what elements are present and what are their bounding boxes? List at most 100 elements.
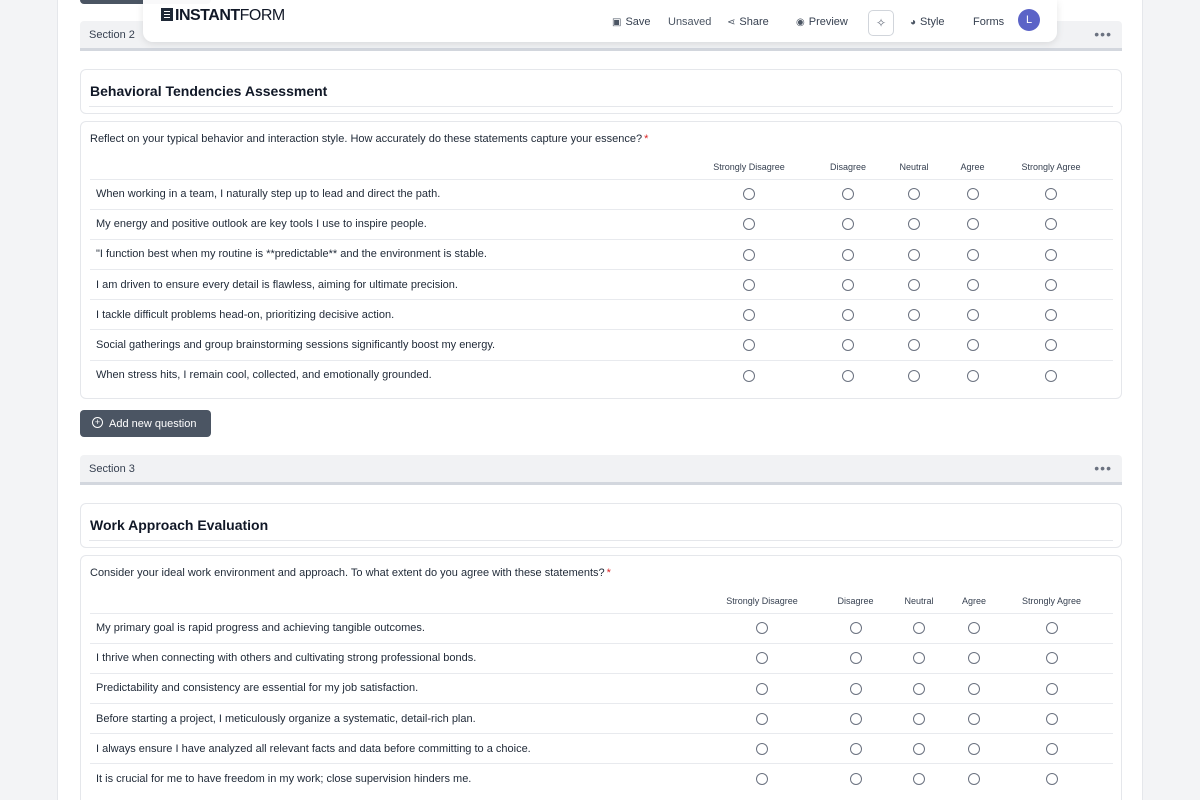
instantform-logo[interactable]: INSTANTFORM bbox=[161, 7, 285, 25]
radio-button[interactable] bbox=[968, 622, 980, 635]
radio-button[interactable] bbox=[1045, 188, 1057, 201]
radio-button[interactable] bbox=[968, 742, 980, 755]
radio-button[interactable] bbox=[743, 248, 755, 261]
radio-button[interactable] bbox=[842, 278, 854, 291]
radio-button[interactable] bbox=[849, 742, 862, 755]
user-avatar[interactable]: L bbox=[1018, 9, 1040, 31]
radio-button[interactable] bbox=[743, 188, 755, 201]
radio-button[interactable] bbox=[1045, 369, 1057, 382]
radio-button[interactable] bbox=[966, 248, 979, 261]
radio-cell bbox=[693, 672, 831, 704]
sparkles-icon[interactable]: ✧ bbox=[868, 10, 894, 36]
radio-button[interactable] bbox=[842, 339, 854, 352]
radio-button[interactable] bbox=[908, 278, 920, 291]
section-title[interactable]: Behavioral Tendencies Assessment bbox=[90, 83, 327, 99]
radio-button[interactable] bbox=[966, 369, 979, 382]
radio-button[interactable] bbox=[849, 682, 862, 695]
radio-button[interactable] bbox=[1045, 308, 1057, 321]
question-prompt[interactable]: Reflect on your typical behavior and int… bbox=[90, 133, 648, 145]
radio-button[interactable] bbox=[908, 248, 920, 261]
radio-button[interactable] bbox=[1045, 712, 1058, 725]
question-prompt[interactable]: Consider your ideal work environment and… bbox=[90, 567, 611, 579]
radio-button[interactable] bbox=[908, 188, 920, 201]
likert-matrix: Strongly Disagree Disagree Neutral Agree Str… bbox=[90, 156, 1113, 391]
radio-button[interactable] bbox=[756, 682, 768, 695]
radio-button[interactable] bbox=[966, 278, 979, 291]
required-marker: * bbox=[606, 567, 611, 579]
radio-button[interactable] bbox=[1045, 652, 1058, 665]
section-title[interactable]: Work Approach Evaluation bbox=[90, 517, 268, 533]
radio-button[interactable] bbox=[756, 742, 768, 755]
radio-button[interactable] bbox=[968, 682, 980, 695]
radio-button[interactable] bbox=[756, 652, 768, 665]
radio-button[interactable] bbox=[966, 188, 979, 201]
radio-button[interactable] bbox=[968, 773, 980, 786]
section-title-card[interactable]: Work Approach Evaluation bbox=[80, 503, 1122, 548]
column-header: Strongly Disagree bbox=[726, 596, 798, 607]
radio-button[interactable] bbox=[913, 622, 925, 635]
radio-button[interactable] bbox=[1045, 773, 1058, 786]
section-menu-icon[interactable]: ••• bbox=[1094, 460, 1112, 476]
radio-button[interactable] bbox=[849, 773, 862, 786]
radio-button[interactable] bbox=[842, 188, 854, 201]
radio-button[interactable] bbox=[756, 622, 768, 635]
radio-button[interactable] bbox=[743, 218, 755, 231]
radio-cell bbox=[956, 299, 989, 330]
save-button[interactable]: ▣ Save bbox=[612, 16, 651, 28]
radio-cell bbox=[693, 612, 831, 644]
radio-button[interactable] bbox=[1045, 339, 1057, 352]
radio-button[interactable] bbox=[849, 652, 862, 665]
radio-button[interactable] bbox=[1045, 622, 1058, 635]
share-button[interactable]: ⋖ Share bbox=[727, 16, 769, 28]
preview-button[interactable]: ◉ Preview bbox=[796, 16, 848, 28]
radio-button[interactable] bbox=[842, 248, 854, 261]
radio-button[interactable] bbox=[966, 218, 979, 231]
radio-button[interactable] bbox=[913, 773, 925, 786]
radio-button[interactable] bbox=[913, 742, 925, 755]
question-card[interactable]: Consider your ideal work environment and… bbox=[80, 555, 1122, 800]
radio-button[interactable] bbox=[913, 652, 925, 665]
radio-cell bbox=[872, 299, 956, 330]
radio-button[interactable] bbox=[913, 712, 925, 725]
radio-button[interactable] bbox=[1045, 248, 1057, 261]
radio-button[interactable] bbox=[743, 308, 755, 321]
radio-button[interactable] bbox=[756, 773, 768, 786]
radio-button[interactable] bbox=[968, 712, 980, 725]
radio-button[interactable] bbox=[1045, 218, 1057, 231]
forms-button[interactable]: Forms bbox=[973, 16, 1004, 28]
radio-button[interactable] bbox=[1045, 742, 1058, 755]
radio-cell bbox=[872, 269, 956, 300]
radio-cell bbox=[989, 208, 1113, 240]
radio-button[interactable] bbox=[743, 369, 755, 382]
radio-button[interactable] bbox=[743, 339, 755, 352]
likert-matrix: Strongly Disagree Disagree Neutral Agree Str… bbox=[90, 590, 1113, 795]
row-statement: "I function best when my routine is **pr… bbox=[90, 238, 674, 270]
radio-button[interactable] bbox=[913, 682, 925, 695]
radio-button[interactable] bbox=[849, 712, 862, 725]
radio-button[interactable] bbox=[966, 339, 979, 352]
section-title-card[interactable]: Behavioral Tendencies Assessment bbox=[80, 69, 1122, 114]
radio-button[interactable] bbox=[908, 339, 920, 352]
style-button[interactable]: ◕ Style bbox=[910, 16, 945, 28]
radio-button[interactable] bbox=[968, 652, 980, 665]
radio-button[interactable] bbox=[849, 622, 862, 635]
radio-button[interactable] bbox=[1045, 278, 1057, 291]
radio-button[interactable] bbox=[842, 369, 854, 382]
radio-button[interactable] bbox=[743, 278, 755, 291]
radio-button[interactable] bbox=[908, 308, 920, 321]
radio-button[interactable] bbox=[966, 308, 979, 321]
radio-button[interactable] bbox=[842, 218, 854, 231]
radio-cell bbox=[872, 238, 956, 270]
radio-cell bbox=[958, 642, 990, 674]
radio-cell bbox=[872, 178, 956, 210]
section-menu-icon[interactable]: ••• bbox=[1094, 26, 1112, 42]
radio-cell bbox=[956, 208, 989, 240]
radio-button[interactable] bbox=[1045, 682, 1058, 695]
add-question-button[interactable]: + Add new question bbox=[80, 410, 211, 437]
radio-button[interactable] bbox=[908, 369, 920, 382]
radio-button[interactable] bbox=[908, 218, 920, 231]
radio-cell bbox=[989, 178, 1113, 210]
radio-button[interactable] bbox=[842, 308, 854, 321]
radio-button[interactable] bbox=[756, 712, 768, 725]
question-card[interactable]: Reflect on your typical behavior and int… bbox=[80, 121, 1122, 399]
